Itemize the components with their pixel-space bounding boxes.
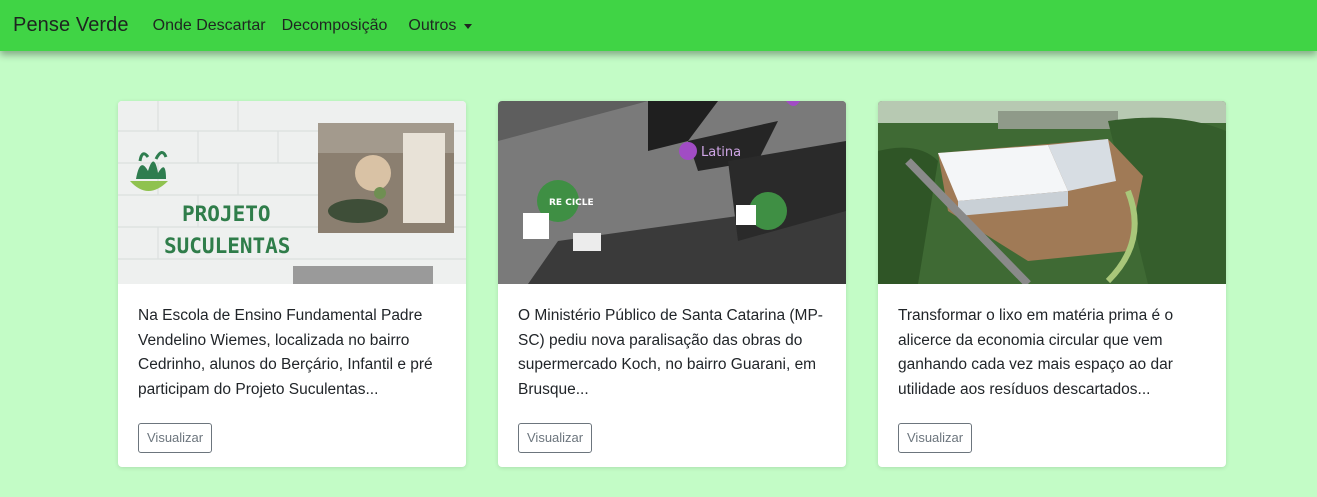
card-description: Na Escola de Ensino Fundamental Padre Ve… xyxy=(138,307,433,398)
news-card-mpsc: RE CICLE Latina O Ministério Público de … xyxy=(498,101,846,467)
card-description: O Ministério Público de Santa Catarina (… xyxy=(518,307,823,398)
card-description: Transformar o lixo em matéria prima é o … xyxy=(898,307,1174,398)
recicle-tag: RE CICLE xyxy=(549,198,594,208)
visualizar-button[interactable]: Visualizar xyxy=(138,423,213,453)
caret-down-icon xyxy=(464,24,473,29)
nav-decomposicao[interactable]: Decomposição xyxy=(282,17,388,35)
card-image-suculentas: PROJETO SUCULENTAS xyxy=(118,101,466,284)
projeto-label: PROJETO xyxy=(182,202,271,226)
visualizar-button[interactable]: Visualizar xyxy=(518,423,593,453)
latina-brand: Latina xyxy=(701,145,741,160)
suculentas-label: SUCULENTAS xyxy=(164,234,290,258)
news-card-suculentas: PROJETO SUCULENTAS Na Escola de Ensino F… xyxy=(118,101,466,467)
card-image-factory xyxy=(878,101,1226,284)
top-navbar: Pense Verde Onde Descartar Decomposição … xyxy=(0,0,1317,51)
nav-onde-descartar[interactable]: Onde Descartar xyxy=(153,17,266,35)
nav-outros-label: Outros xyxy=(408,16,457,34)
card-image-recicle: RE CICLE Latina xyxy=(498,101,846,284)
news-card-economia-circular: Transformar o lixo em matéria prima é o … xyxy=(878,101,1226,467)
nav-outros-dropdown[interactable]: Outros xyxy=(408,16,473,35)
visualizar-button[interactable]: Visualizar xyxy=(898,423,973,453)
brand-logo[interactable]: Pense Verde xyxy=(13,14,129,37)
